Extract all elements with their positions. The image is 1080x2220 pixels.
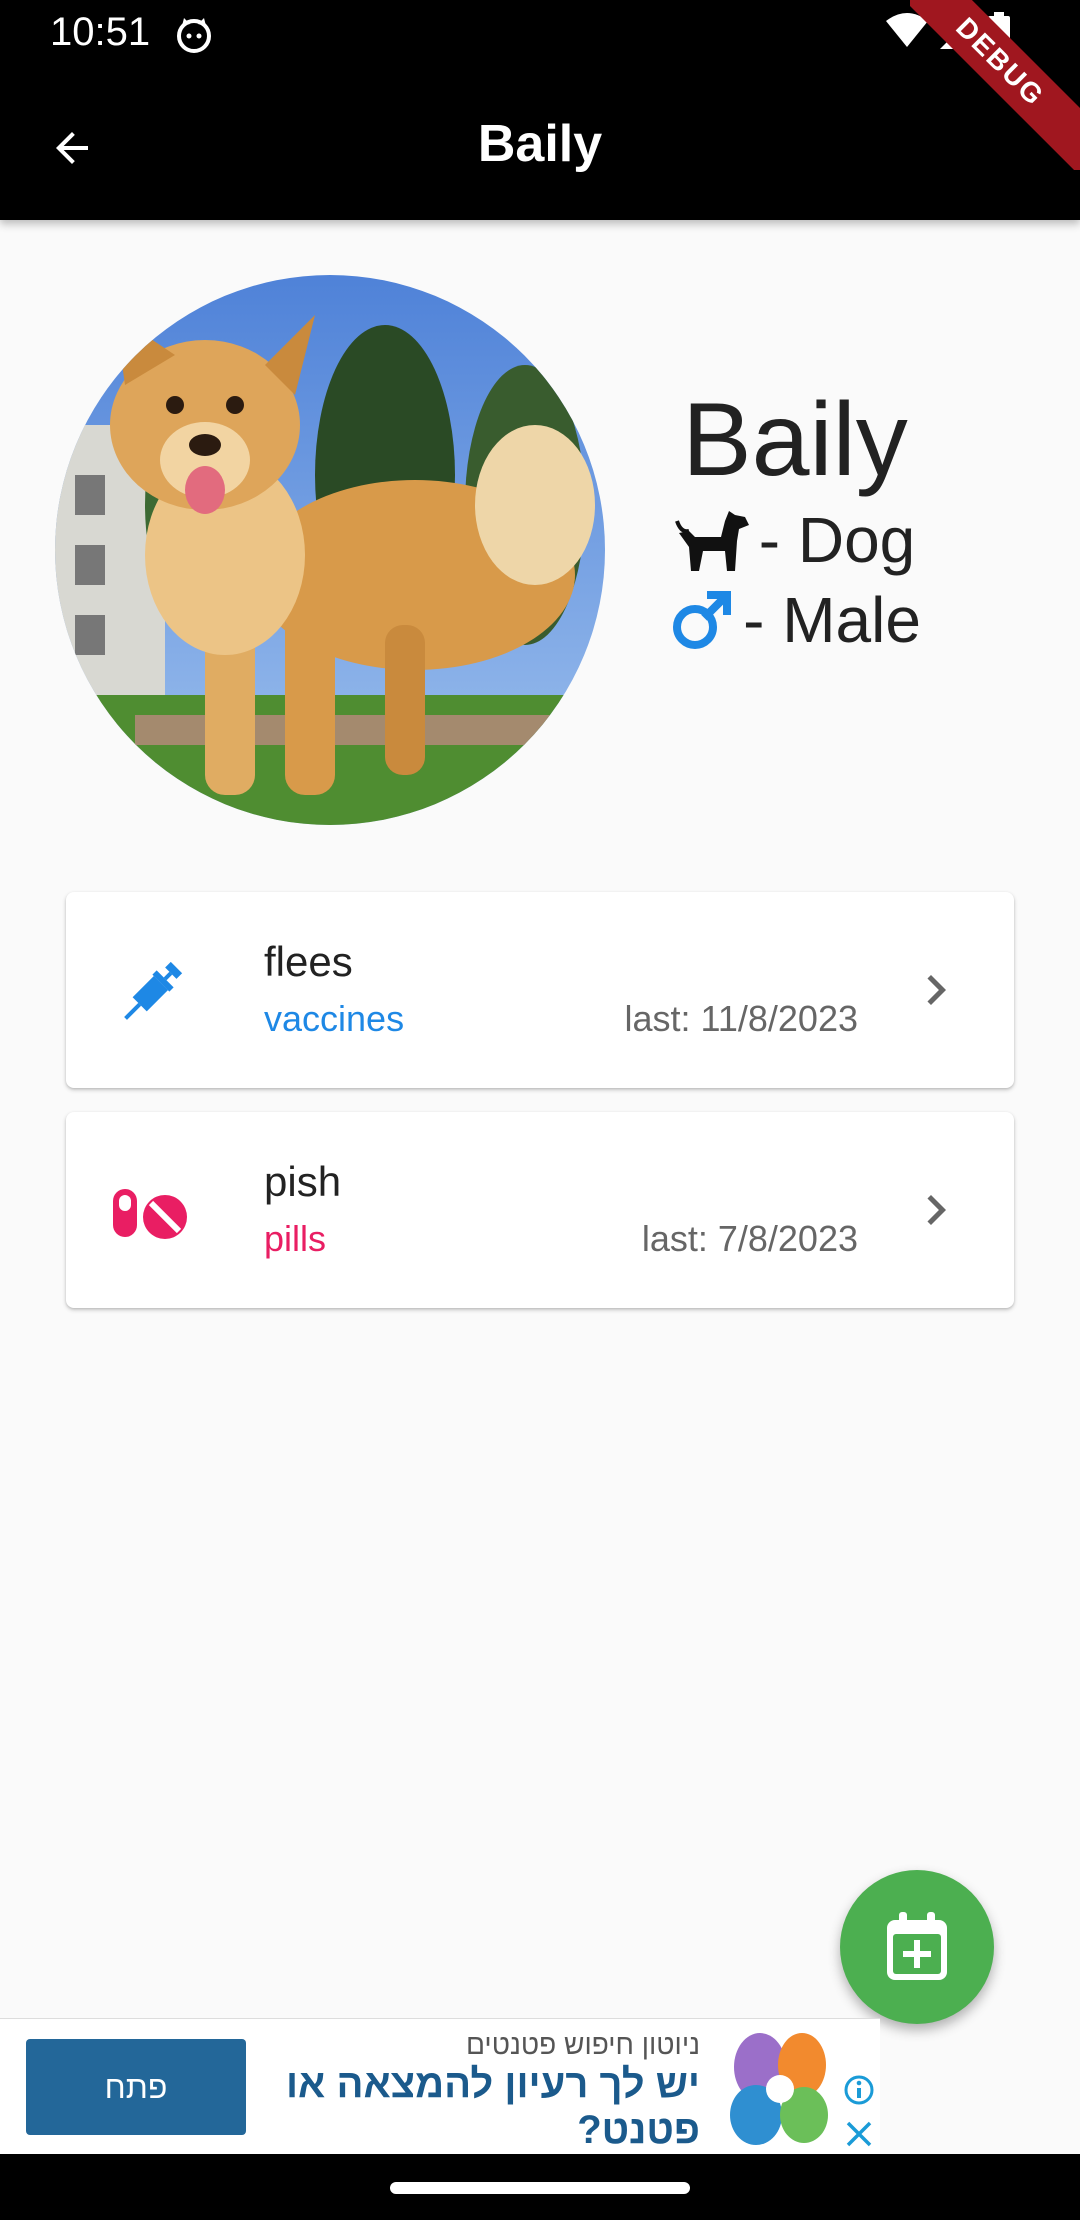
home-gesture-handle[interactable] <box>390 2182 690 2194</box>
info-icon[interactable] <box>844 2075 874 2105</box>
syringe-icon <box>124 961 183 1020</box>
record-last-date: last: 7/8/2023 <box>641 1218 858 1259</box>
ad-logo <box>730 2033 828 2145</box>
chevron-right-icon <box>927 975 946 1005</box>
system-nav-bar <box>0 2154 1080 2220</box>
record-title: pish <box>264 1158 342 1205</box>
record-card-flees[interactable]: flees vaccines last: 11/8/2023 <box>66 892 1014 1088</box>
pills-icon <box>113 1189 187 1239</box>
ad-open-button[interactable]: פתח <box>26 2039 246 2135</box>
debug-banner: DEBUG <box>910 0 1080 170</box>
close-icon[interactable] <box>844 2119 874 2149</box>
ad-headline[interactable]: יש לך רעיון להמצאה או פטנט? <box>280 2061 700 2153</box>
record-card-pish[interactable]: pish pills last: 7/8/2023 <box>66 1112 1014 1308</box>
dog-icon <box>674 511 749 571</box>
record-type: pills <box>264 1218 327 1259</box>
pet-species: - Dog <box>640 500 950 580</box>
status-time: 10:51 <box>50 10 151 54</box>
record-title: flees <box>264 938 353 985</box>
male-icon <box>673 591 732 649</box>
pet-photo <box>55 275 605 825</box>
chevron-right-icon <box>927 1195 946 1225</box>
ad-sponsor: ניוטון חיפוש פטנטים <box>466 2029 700 2060</box>
card-icon-container <box>106 948 196 1038</box>
cat-notification-icon <box>177 18 211 53</box>
pet-species-label: - Dog <box>758 504 916 576</box>
record-type: vaccines <box>264 998 405 1039</box>
debug-label: DEBUG <box>910 0 1080 170</box>
pet-gender-label: - Male <box>743 584 921 656</box>
pet-profile: Baily - Dog - Male <box>0 220 1080 860</box>
pet-info: Baily - Dog - Male <box>640 380 950 660</box>
pet-name: Baily <box>682 382 908 498</box>
card-icon-container <box>106 1168 196 1258</box>
add-event-fab[interactable] <box>840 1870 994 2024</box>
record-last-date: last: 11/8/2023 <box>624 998 858 1039</box>
pet-avatar[interactable] <box>55 275 605 825</box>
ad-banner[interactable]: פתח ניוטון חיפוש פטנטים יש לך רעיון להמצ… <box>0 2018 880 2154</box>
pet-gender: - Male <box>640 580 950 660</box>
calendar-add-icon <box>887 1912 947 1980</box>
